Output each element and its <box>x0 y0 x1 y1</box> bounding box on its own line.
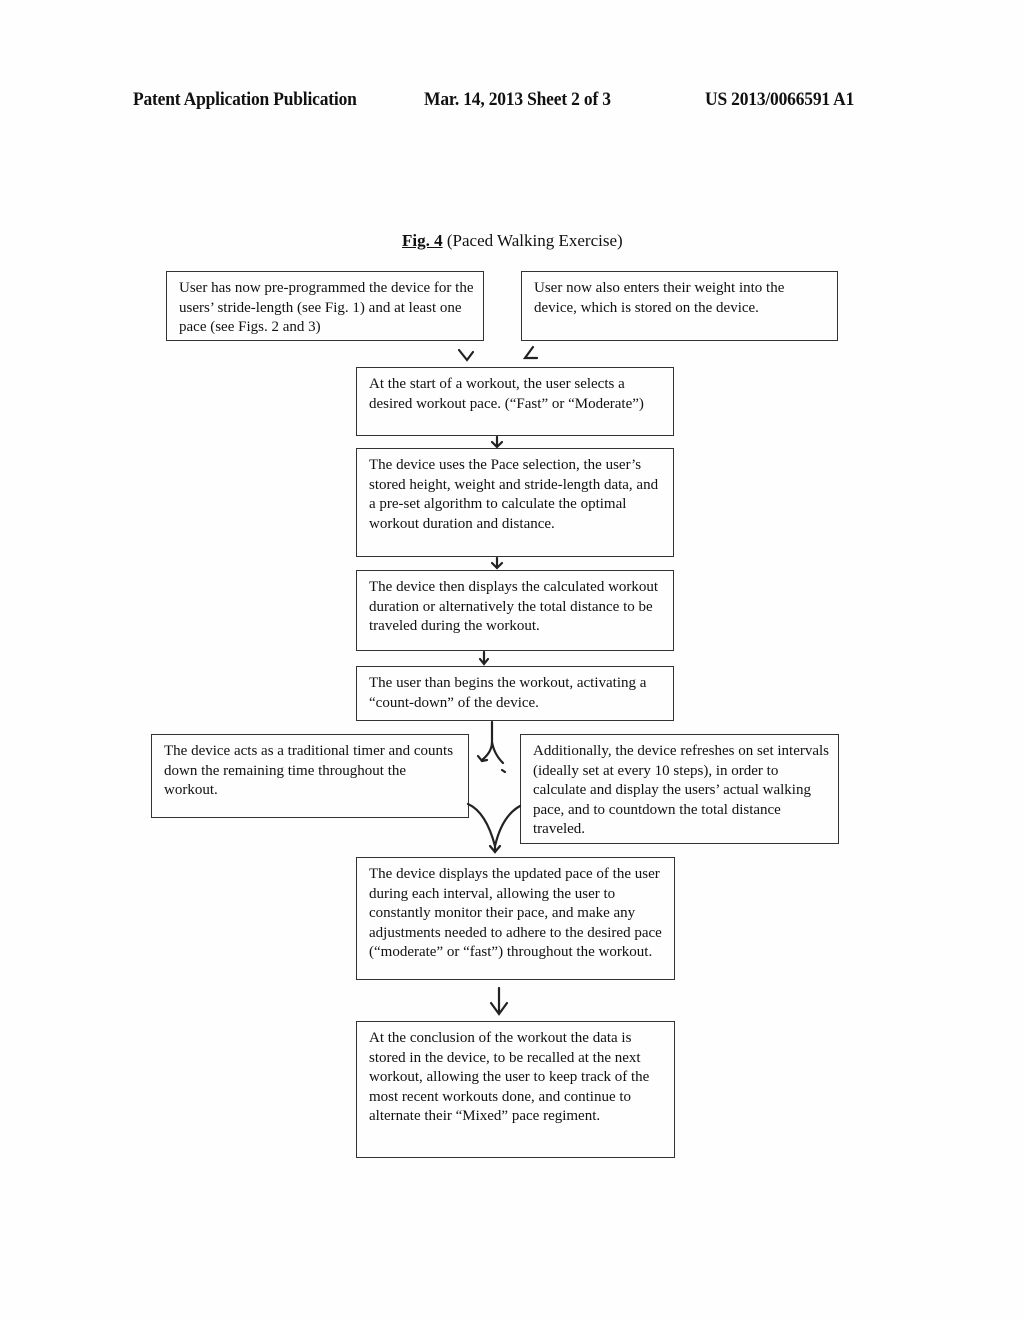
flow-box-timer: The device acts as a traditional timer a… <box>151 734 469 818</box>
publication-type: Patent Application Publication <box>133 89 357 110</box>
arrow-down-icon <box>490 435 504 449</box>
arrow-down-left-icon <box>522 345 539 360</box>
figure-label: Fig. 4 <box>402 231 443 250</box>
figure-title: Fig. 4 (Paced Walking Exercise) <box>402 231 623 251</box>
flow-box-display-updated-pace: The device displays the updated pace of … <box>356 857 675 980</box>
arrow-down-right-icon <box>457 348 475 362</box>
flow-box-select-pace: At the start of a workout, the user sele… <box>356 367 674 436</box>
flow-box-preprogrammed: User has now pre-programmed the device f… <box>166 271 484 341</box>
arrow-down-icon <box>490 556 504 570</box>
figure-caption: (Paced Walking Exercise) <box>442 231 623 250</box>
arrow-split-icon <box>476 720 507 774</box>
flow-box-calculate: The device uses the Pace selection, the … <box>356 448 674 557</box>
flow-box-display-calculated: The device then displays the calculated … <box>356 570 674 651</box>
arrow-merge-icon <box>466 802 522 854</box>
flow-box-enter-weight: User now also enters their weight into t… <box>521 271 838 341</box>
flow-box-begin-workout: The user than begins the workout, activa… <box>356 666 674 721</box>
arrow-down-icon <box>478 650 490 666</box>
publication-number: US 2013/0066591 A1 <box>705 89 855 110</box>
publication-date-sheet: Mar. 14, 2013 Sheet 2 of 3 <box>424 89 611 110</box>
flow-box-refresh-intervals: Additionally, the device refreshes on se… <box>520 734 839 844</box>
arrow-down-icon <box>489 986 509 1016</box>
flow-box-store-data: At the conclusion of the workout the dat… <box>356 1021 675 1158</box>
